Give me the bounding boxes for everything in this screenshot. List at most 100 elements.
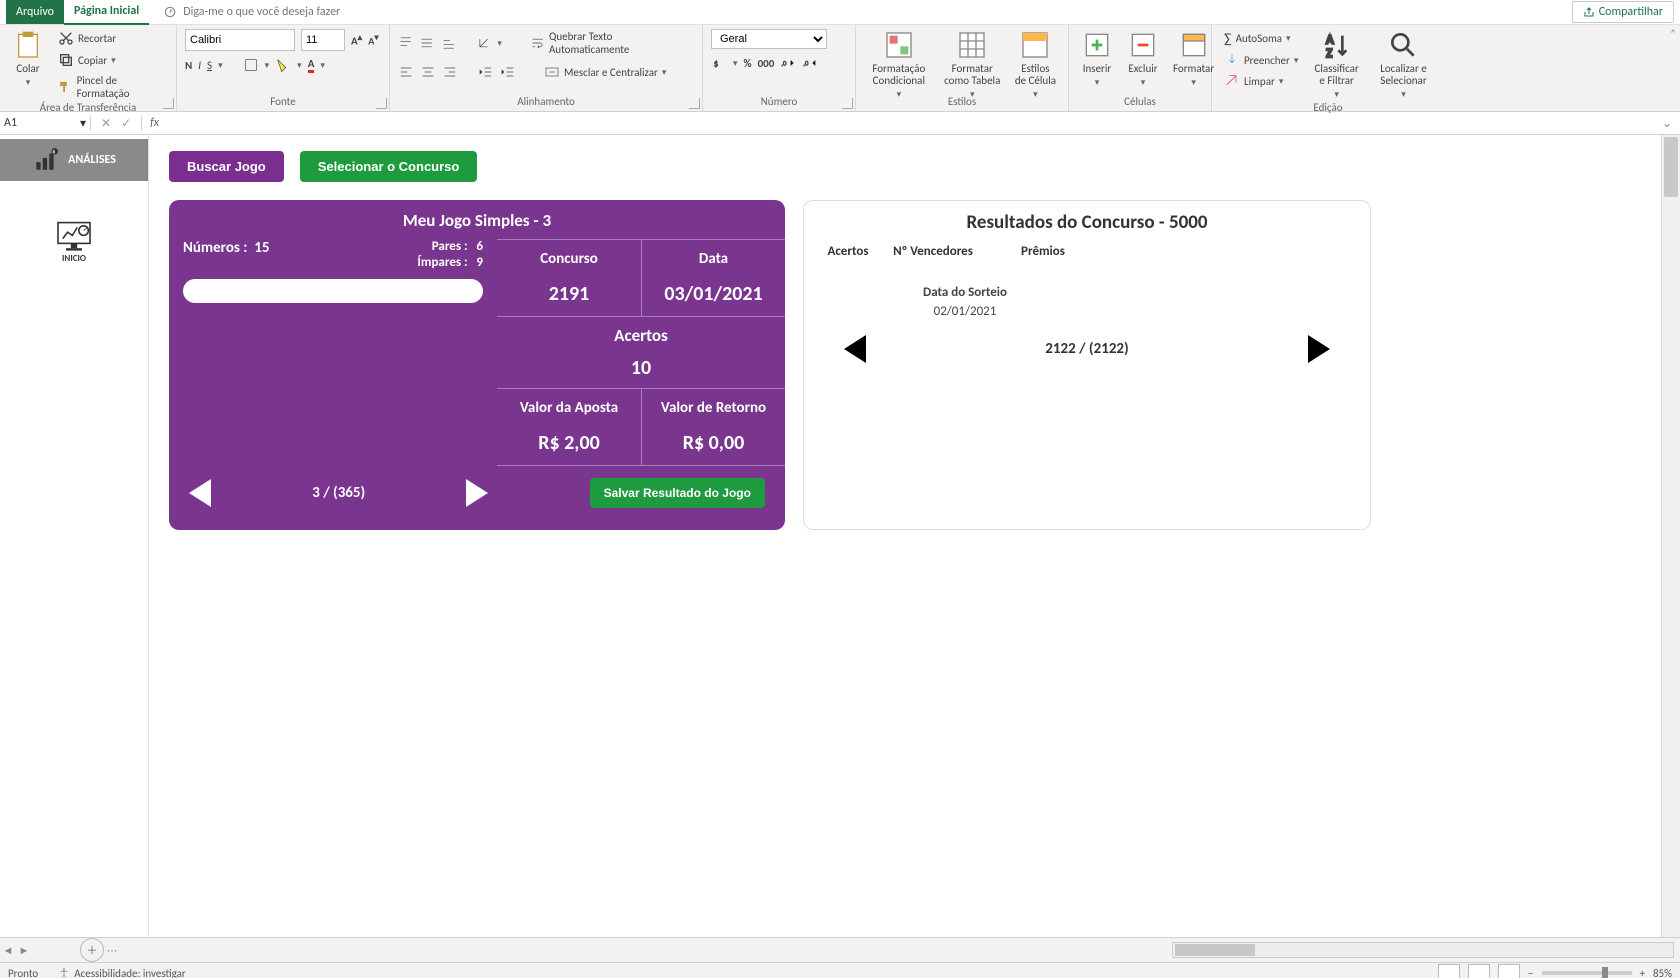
merge-center-button[interactable]: Mesclar e Centralizar▾ [540, 63, 670, 81]
sort-filter-button[interactable]: AZClassificar e Filtrar▾ [1308, 29, 1365, 101]
decrease-indent-icon[interactable] [478, 64, 494, 80]
font-name-combo[interactable] [185, 29, 295, 51]
vertical-scrollbar[interactable] [1661, 135, 1680, 937]
font-size-combo[interactable] [301, 29, 345, 51]
clear-button[interactable]: Limpar▾ [1220, 72, 1302, 90]
add-sheet-button[interactable]: ＋ [80, 938, 104, 962]
align-top-icon[interactable] [398, 35, 413, 51]
increase-decimal-icon[interactable]: ,0 [780, 55, 796, 71]
inicio-shortcut[interactable]: INICIO [54, 221, 94, 264]
conditional-format-button[interactable]: Formatação Condicional▾ [864, 29, 934, 101]
game-card: Meu Jogo Simples - 3 Números : 15 Pares … [169, 200, 785, 530]
share-label: Compartilhar [1599, 2, 1663, 22]
result-pager: 2122 / (2122) [1045, 340, 1128, 358]
number-launcher[interactable] [842, 98, 853, 109]
ribbon-collapse-icon[interactable]: ˄ [1670, 27, 1676, 40]
selecionar-concurso-button[interactable]: Selecionar o Concurso [300, 151, 478, 182]
svg-text:A: A [1326, 34, 1333, 48]
wrap-text-button[interactable]: Quebrar Texto Automaticamente [526, 29, 694, 57]
tell-me-label: Diga-me o que você deseja fazer [183, 5, 340, 19]
format-cells-button[interactable]: Formatar▾ [1169, 29, 1218, 89]
align-right-icon[interactable] [442, 64, 458, 80]
decrease-decimal-icon[interactable]: ,0 [802, 55, 818, 71]
number-format-combo[interactable]: Geral [711, 29, 827, 49]
insert-cells-button[interactable]: Inserir▾ [1077, 29, 1117, 89]
save-result-button[interactable]: Salvar Resultado do Jogo [590, 478, 765, 508]
align-bottom-icon[interactable] [441, 35, 456, 51]
format-painter-button[interactable]: Pincel de Formatação [54, 73, 168, 101]
buscar-jogo-button[interactable]: Buscar Jogo [169, 151, 284, 182]
fill-button[interactable]: Preencher▾ [1220, 51, 1302, 69]
game-prev-button[interactable] [189, 479, 211, 507]
share-button[interactable]: Compartilhar [1572, 1, 1674, 23]
menu-file[interactable]: Arquivo [6, 0, 64, 24]
result-table: Acertos Nº Vencedores Prêmios Data do So… [818, 244, 1112, 319]
accessibility-status[interactable]: Acessibilidade: investigar [58, 967, 186, 978]
game-balls-grid [183, 279, 483, 303]
zoom-slider[interactable] [1542, 971, 1632, 975]
orientation-icon[interactable] [476, 35, 491, 51]
copy-button[interactable]: Copiar▾ [54, 51, 168, 69]
align-left-icon[interactable] [398, 64, 414, 80]
menu-bar: Arquivo Página Inicial Diga-me o que voc… [0, 0, 1680, 25]
autosum-button[interactable]: ∑AutoSoma▾ [1220, 29, 1302, 48]
format-as-table-button[interactable]: Formatar como Tabela▾ [940, 29, 1005, 101]
status-bar: Pronto Acessibilidade: investigar − + 85… [0, 962, 1680, 978]
zoom-out-icon[interactable]: − [1528, 967, 1533, 978]
view-normal-icon[interactable] [1438, 964, 1460, 978]
formula-bar: A1▾ ✕ ✓ fx ⌄ [0, 112, 1680, 135]
tabs-prev-icon[interactable]: ◄ [0, 944, 16, 957]
underline-button[interactable]: S [207, 59, 212, 72]
clipboard-launcher[interactable] [163, 98, 174, 109]
cut-button[interactable]: Recortar [54, 29, 168, 47]
tell-me[interactable]: Diga-me o que você deseja fazer [163, 5, 340, 19]
tabs-more-icon[interactable]: ⋯ [104, 944, 120, 957]
find-select-button[interactable]: Localizar e Selecionar▾ [1371, 29, 1436, 101]
delete-cells-button[interactable]: Excluir▾ [1123, 29, 1163, 89]
sheet-tabs-bar: ◄ ► ＋ ⋯ [0, 937, 1680, 962]
increase-indent-icon[interactable] [500, 64, 516, 80]
formula-expand-icon[interactable]: ⌄ [1654, 116, 1680, 131]
menu-tab[interactable]: Página Inicial [64, 0, 149, 25]
italic-button[interactable]: I [198, 59, 201, 72]
name-box[interactable]: A1▾ [0, 116, 91, 131]
sheet-content: Buscar Jogo Selecionar o Concurso Meu Jo… [149, 135, 1680, 937]
result-prev-button[interactable] [844, 335, 866, 363]
border-button[interactable] [243, 57, 259, 73]
group-label-editing: Edição [1220, 101, 1436, 115]
paste-button[interactable]: Colar▾ [8, 29, 48, 89]
cell-styles-button[interactable]: Estilos de Célula▾ [1011, 29, 1060, 101]
alignment-launcher[interactable] [689, 98, 700, 109]
group-label-font: Fonte [185, 95, 381, 111]
enter-formula-icon[interactable]: ✓ [121, 116, 131, 131]
fill-color-button[interactable] [275, 57, 291, 73]
increase-font-icon[interactable]: A▴ [351, 32, 362, 48]
cancel-formula-icon[interactable]: ✕ [101, 116, 111, 131]
bold-button[interactable]: N [185, 59, 192, 72]
svg-text:Z: Z [1326, 47, 1332, 61]
view-page-break-icon[interactable] [1498, 964, 1520, 978]
font-launcher[interactable] [376, 98, 387, 109]
percent-icon[interactable]: % [744, 57, 752, 70]
game-next-button[interactable] [466, 479, 488, 507]
group-label-number: Número [711, 95, 847, 111]
game-card-title: Meu Jogo Simples - 3 [169, 200, 785, 239]
group-label-styles: Estilos [864, 95, 1060, 111]
thousand-sep-icon[interactable]: 000 [758, 57, 775, 70]
fx-icon[interactable]: fx [142, 116, 167, 130]
font-color-button[interactable]: A [308, 57, 315, 73]
zoom-in-icon[interactable]: + [1640, 967, 1645, 978]
tabs-next-icon[interactable]: ► [16, 944, 32, 957]
currency-icon[interactable]: $ [711, 55, 727, 71]
view-page-layout-icon[interactable] [1468, 964, 1490, 978]
zoom-value[interactable]: 85% [1653, 967, 1672, 978]
game-pager: 3 / (365) [312, 484, 365, 502]
status-ready: Pronto [8, 967, 38, 978]
svg-text:,0: ,0 [782, 60, 788, 68]
decrease-font-icon[interactable]: A▾ [368, 32, 378, 47]
horizontal-scrollbar[interactable] [1172, 942, 1674, 958]
worksheet-area: $ ANÁLISES INICIO Buscar Jogo Selecionar… [0, 135, 1680, 937]
align-middle-icon[interactable] [419, 35, 434, 51]
align-center-icon[interactable] [420, 64, 436, 80]
result-next-button[interactable] [1308, 335, 1330, 363]
